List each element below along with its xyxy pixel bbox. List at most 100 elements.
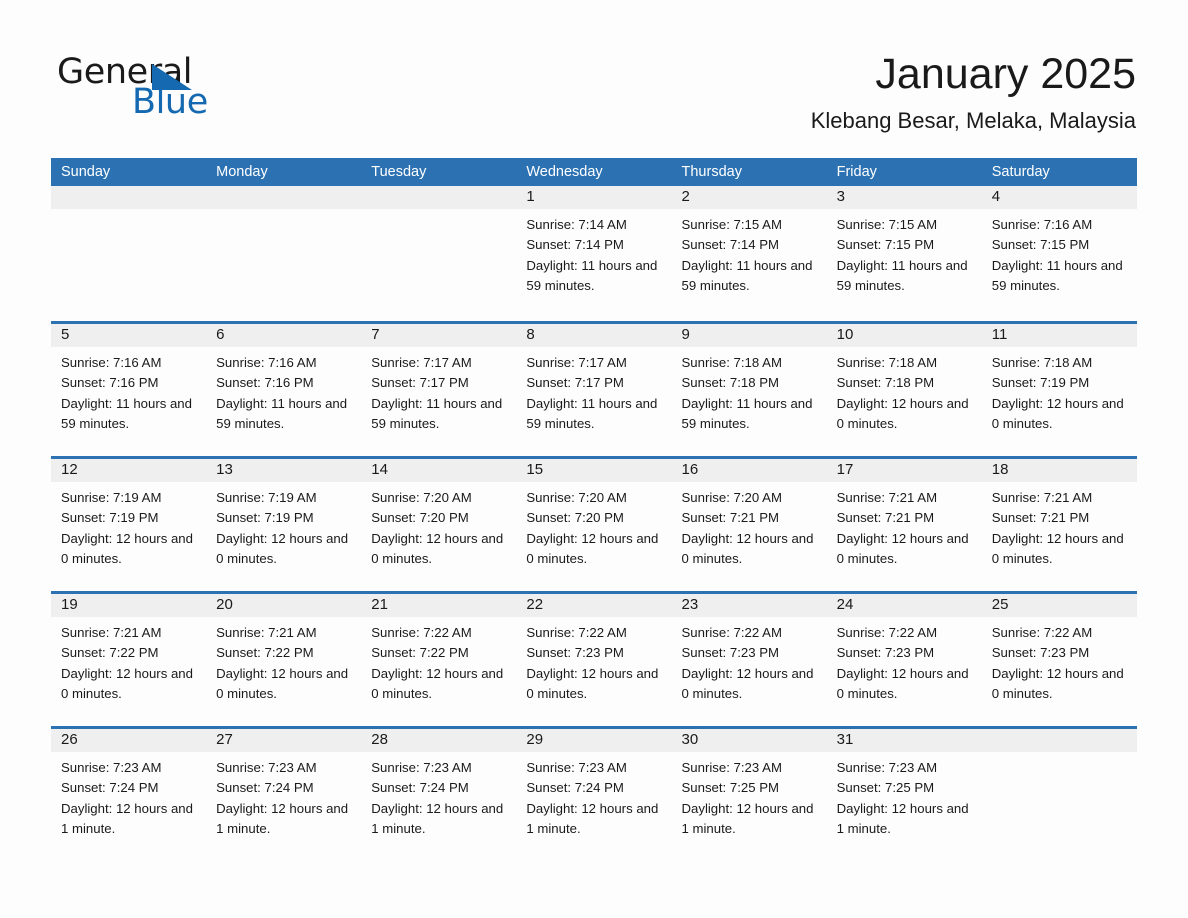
calendar-day-cell[interactable]: 31 Sunrise: 7:23 AM Sunset: 7:25 PM Dayligh… [827,729,982,861]
title-block: January 2025 Klebang Besar, Melaka, Mala… [811,48,1136,134]
calendar-day-cell[interactable]: 4 Sunrise: 7:16 AM Sunset: 7:15 PM Daylight… [982,186,1137,318]
day-sun-info: Sunrise: 7:21 AM Sunset: 7:21 PM Daylight:… [990,488,1129,569]
sunrise-text: Sunrise: 7:21 AM [836,490,938,505]
sunset-text: Sunset: 7:14 PM [681,237,780,253]
daylight-text: Daylight: 12 hours and 0 minutes. [836,665,969,701]
calendar-day-cell[interactable]: 21 Sunrise: 7:22 AM Sunset: 7:22 PM Dayligh… [361,594,516,726]
day-number: 21 [371,596,388,613]
calendar-day-cell[interactable]: 13 Sunrise: 7:19 AM Sunset: 7:19 PM Dayligh… [206,459,361,591]
daylight-text: Daylight: 12 hours and 0 minutes. [991,530,1124,566]
calendar-day-cell[interactable]: 6 Sunrise: 7:16 AM Sunset: 7:16 PM Daylight… [206,324,361,456]
sunset-text: Sunset: 7:19 PM [991,375,1090,391]
sunrise-text: Sunrise: 7:22 AM [526,625,627,640]
calendar-day-cell[interactable]: 19 Sunrise: 7:21 AM Sunset: 7:22 PM Dayligh… [51,594,206,726]
day-sun-info: Sunrise: 7:20 AM Sunset: 7:20 PM Daylight:… [524,488,663,569]
calendar-day-cell[interactable]: 23 Sunrise: 7:22 AM Sunset: 7:23 PM Dayligh… [672,594,827,726]
daylight-text: Daylight: 11 hours and 59 minutes. [526,395,658,431]
calendar-day-cell[interactable]: 29 Sunrise: 7:23 AM Sunset: 7:24 PM Dayligh… [516,729,671,861]
calendar-day-cell[interactable]: 28 Sunrise: 7:23 AM Sunset: 7:24 PM Dayligh… [361,729,516,861]
sunrise-text: Sunrise: 7:20 AM [681,490,782,505]
day-sun-info: Sunrise: 7:22 AM Sunset: 7:23 PM Daylight:… [524,623,663,704]
day-sun-info: Sunrise: 7:23 AM Sunset: 7:25 PM Daylight:… [835,758,974,839]
sunrise-text: Sunrise: 7:15 AM [681,217,782,232]
weekday-header-thursday: Thursday [681,164,742,180]
sunset-text: Sunset: 7:21 PM [991,510,1090,526]
sunset-text: Sunset: 7:24 PM [526,780,624,796]
sunrise-text: Sunrise: 7:23 AM [216,760,317,775]
calendar-page: General Blue January 2025 Klebang Besar,… [0,0,1188,918]
calendar-day-cell[interactable]: 16 Sunrise: 7:20 AM Sunset: 7:21 PM Dayligh… [672,459,827,591]
calendar-day-cell[interactable]: 7 Sunrise: 7:17 AM Sunset: 7:17 PM Daylight… [361,324,516,456]
day-number: 4 [991,188,1001,205]
calendar-day-cell[interactable]: 25 Sunrise: 7:22 AM Sunset: 7:23 PM Dayligh… [982,594,1137,726]
sunrise-text: Sunrise: 7:22 AM [681,625,782,640]
calendar-day-cell[interactable]: 26 Sunrise: 7:23 AM Sunset: 7:24 PM Dayligh… [51,729,206,861]
sunrise-text: Sunrise: 7:23 AM [526,760,627,775]
sunrise-text: Sunrise: 7:19 AM [61,490,162,505]
calendar-day-cell[interactable]: 9 Sunrise: 7:18 AM Sunset: 7:18 PM Daylight… [672,324,827,456]
day-sun-info: Sunrise: 7:22 AM Sunset: 7:23 PM Daylight:… [990,623,1129,704]
sunset-text: Sunset: 7:17 PM [371,375,469,391]
calendar-day-cell[interactable]: 2 Sunrise: 7:15 AM Sunset: 7:14 PM Daylight… [672,186,827,318]
general-blue-logo[interactable]: General Blue [57,52,317,122]
day-number: 6 [216,326,225,343]
daylight-text: Daylight: 12 hours and 1 minute. [216,800,349,836]
sunset-text: Sunset: 7:25 PM [681,780,780,796]
daylight-text: Daylight: 12 hours and 0 minutes. [991,395,1124,431]
sunrise-text: Sunrise: 7:17 AM [371,355,472,370]
sunrise-text: Sunrise: 7:18 AM [836,355,938,370]
sunset-text: Sunset: 7:23 PM [526,645,624,661]
day-number: 11 [991,326,1008,343]
calendar-day-cell[interactable]: 5 Sunrise: 7:16 AM Sunset: 7:16 PM Daylight… [51,324,206,456]
day-number: 5 [61,326,70,343]
calendar-day-cell[interactable]: 24 Sunrise: 7:22 AM Sunset: 7:23 PM Dayligh… [827,594,982,726]
day-sun-info: Sunrise: 7:17 AM Sunset: 7:17 PM Daylight:… [369,353,508,434]
day-sun-info: Sunrise: 7:19 AM Sunset: 7:19 PM Daylight:… [214,488,353,569]
sunrise-text: Sunrise: 7:22 AM [371,625,472,640]
calendar-day-cell[interactable]: 1 Sunrise: 7:14 AM Sunset: 7:14 PM Daylight… [516,186,671,318]
day-sun-info: Sunrise: 7:15 AM Sunset: 7:14 PM Daylight:… [680,215,819,296]
calendar-day-cell[interactable]: 3 Sunrise: 7:15 AM Sunset: 7:15 PM Daylight… [827,186,982,318]
day-sun-info: Sunrise: 7:23 AM Sunset: 7:24 PM Daylight:… [214,758,353,839]
calendar-day-cell[interactable]: 30 Sunrise: 7:23 AM Sunset: 7:25 PM Dayligh… [672,729,827,861]
day-sun-info: Sunrise: 7:23 AM Sunset: 7:24 PM Daylight:… [369,758,508,839]
calendar-day-cell[interactable]: 14 Sunrise: 7:20 AM Sunset: 7:20 PM Dayligh… [361,459,516,591]
day-sun-info: Sunrise: 7:17 AM Sunset: 7:17 PM Daylight:… [524,353,663,434]
day-number: 17 [836,461,854,478]
day-number: 18 [991,461,1009,478]
daylight-text: Daylight: 12 hours and 0 minutes. [216,530,349,566]
daylight-text: Daylight: 12 hours and 0 minutes. [836,530,969,566]
sunset-text: Sunset: 7:25 PM [836,780,935,796]
daylight-text: Daylight: 11 hours and 59 minutes. [61,395,192,431]
day-sun-info: Sunrise: 7:22 AM Sunset: 7:23 PM Daylight:… [680,623,819,704]
calendar-day-cell[interactable]: 15 Sunrise: 7:20 AM Sunset: 7:20 PM Dayligh… [516,459,671,591]
day-number: 16 [681,461,699,478]
calendar-day-cell[interactable]: 10 Sunrise: 7:18 AM Sunset: 7:18 PM Dayligh… [827,324,982,456]
sunrise-text: Sunrise: 7:21 AM [61,625,162,640]
weekday-header-row: Sunday Monday Tuesday Wednesday Thursday… [51,158,1137,186]
calendar-day-cell[interactable]: 22 Sunrise: 7:22 AM Sunset: 7:23 PM Dayligh… [516,594,671,726]
day-number: 22 [526,596,544,613]
sunset-text: Sunset: 7:16 PM [61,375,159,391]
day-number: 27 [216,731,233,748]
sunset-text: Sunset: 7:20 PM [526,510,624,526]
daylight-text: Daylight: 12 hours and 0 minutes. [526,665,659,701]
day-sun-info: Sunrise: 7:21 AM Sunset: 7:22 PM Daylight:… [214,623,353,704]
day-number: 10 [836,326,854,343]
sunrise-text: Sunrise: 7:16 AM [991,217,1093,232]
day-number: 25 [991,596,1009,613]
calendar-day-cell[interactable]: 8 Sunrise: 7:17 AM Sunset: 7:17 PM Daylight… [516,324,671,456]
calendar-day-cell[interactable]: 11 Sunrise: 7:18 AM Sunset: 7:19 PM Dayligh… [982,324,1137,456]
day-sun-info: Sunrise: 7:21 AM Sunset: 7:21 PM Daylight:… [835,488,974,569]
calendar-day-cell[interactable]: 17 Sunrise: 7:21 AM Sunset: 7:21 PM Dayligh… [827,459,982,591]
sunset-text: Sunset: 7:22 PM [61,645,159,661]
page-header: General Blue January 2025 Klebang Besar,… [0,0,1188,150]
calendar-week-row: 5 Sunrise: 7:16 AM Sunset: 7:16 PM Daylight… [51,321,1137,456]
daylight-text: Daylight: 11 hours and 59 minutes. [216,395,348,431]
calendar-day-cell[interactable]: 12 Sunrise: 7:19 AM Sunset: 7:19 PM Dayligh… [51,459,206,591]
calendar-day-cell[interactable]: 18 Sunrise: 7:21 AM Sunset: 7:21 PM Dayligh… [982,459,1137,591]
day-sun-info: Sunrise: 7:14 AM Sunset: 7:14 PM Daylight:… [524,215,663,296]
calendar-day-cell[interactable]: 20 Sunrise: 7:21 AM Sunset: 7:22 PM Dayligh… [206,594,361,726]
sunset-text: Sunset: 7:23 PM [991,645,1090,661]
calendar-day-cell[interactable]: 27 Sunrise: 7:23 AM Sunset: 7:24 PM Dayligh… [206,729,361,861]
